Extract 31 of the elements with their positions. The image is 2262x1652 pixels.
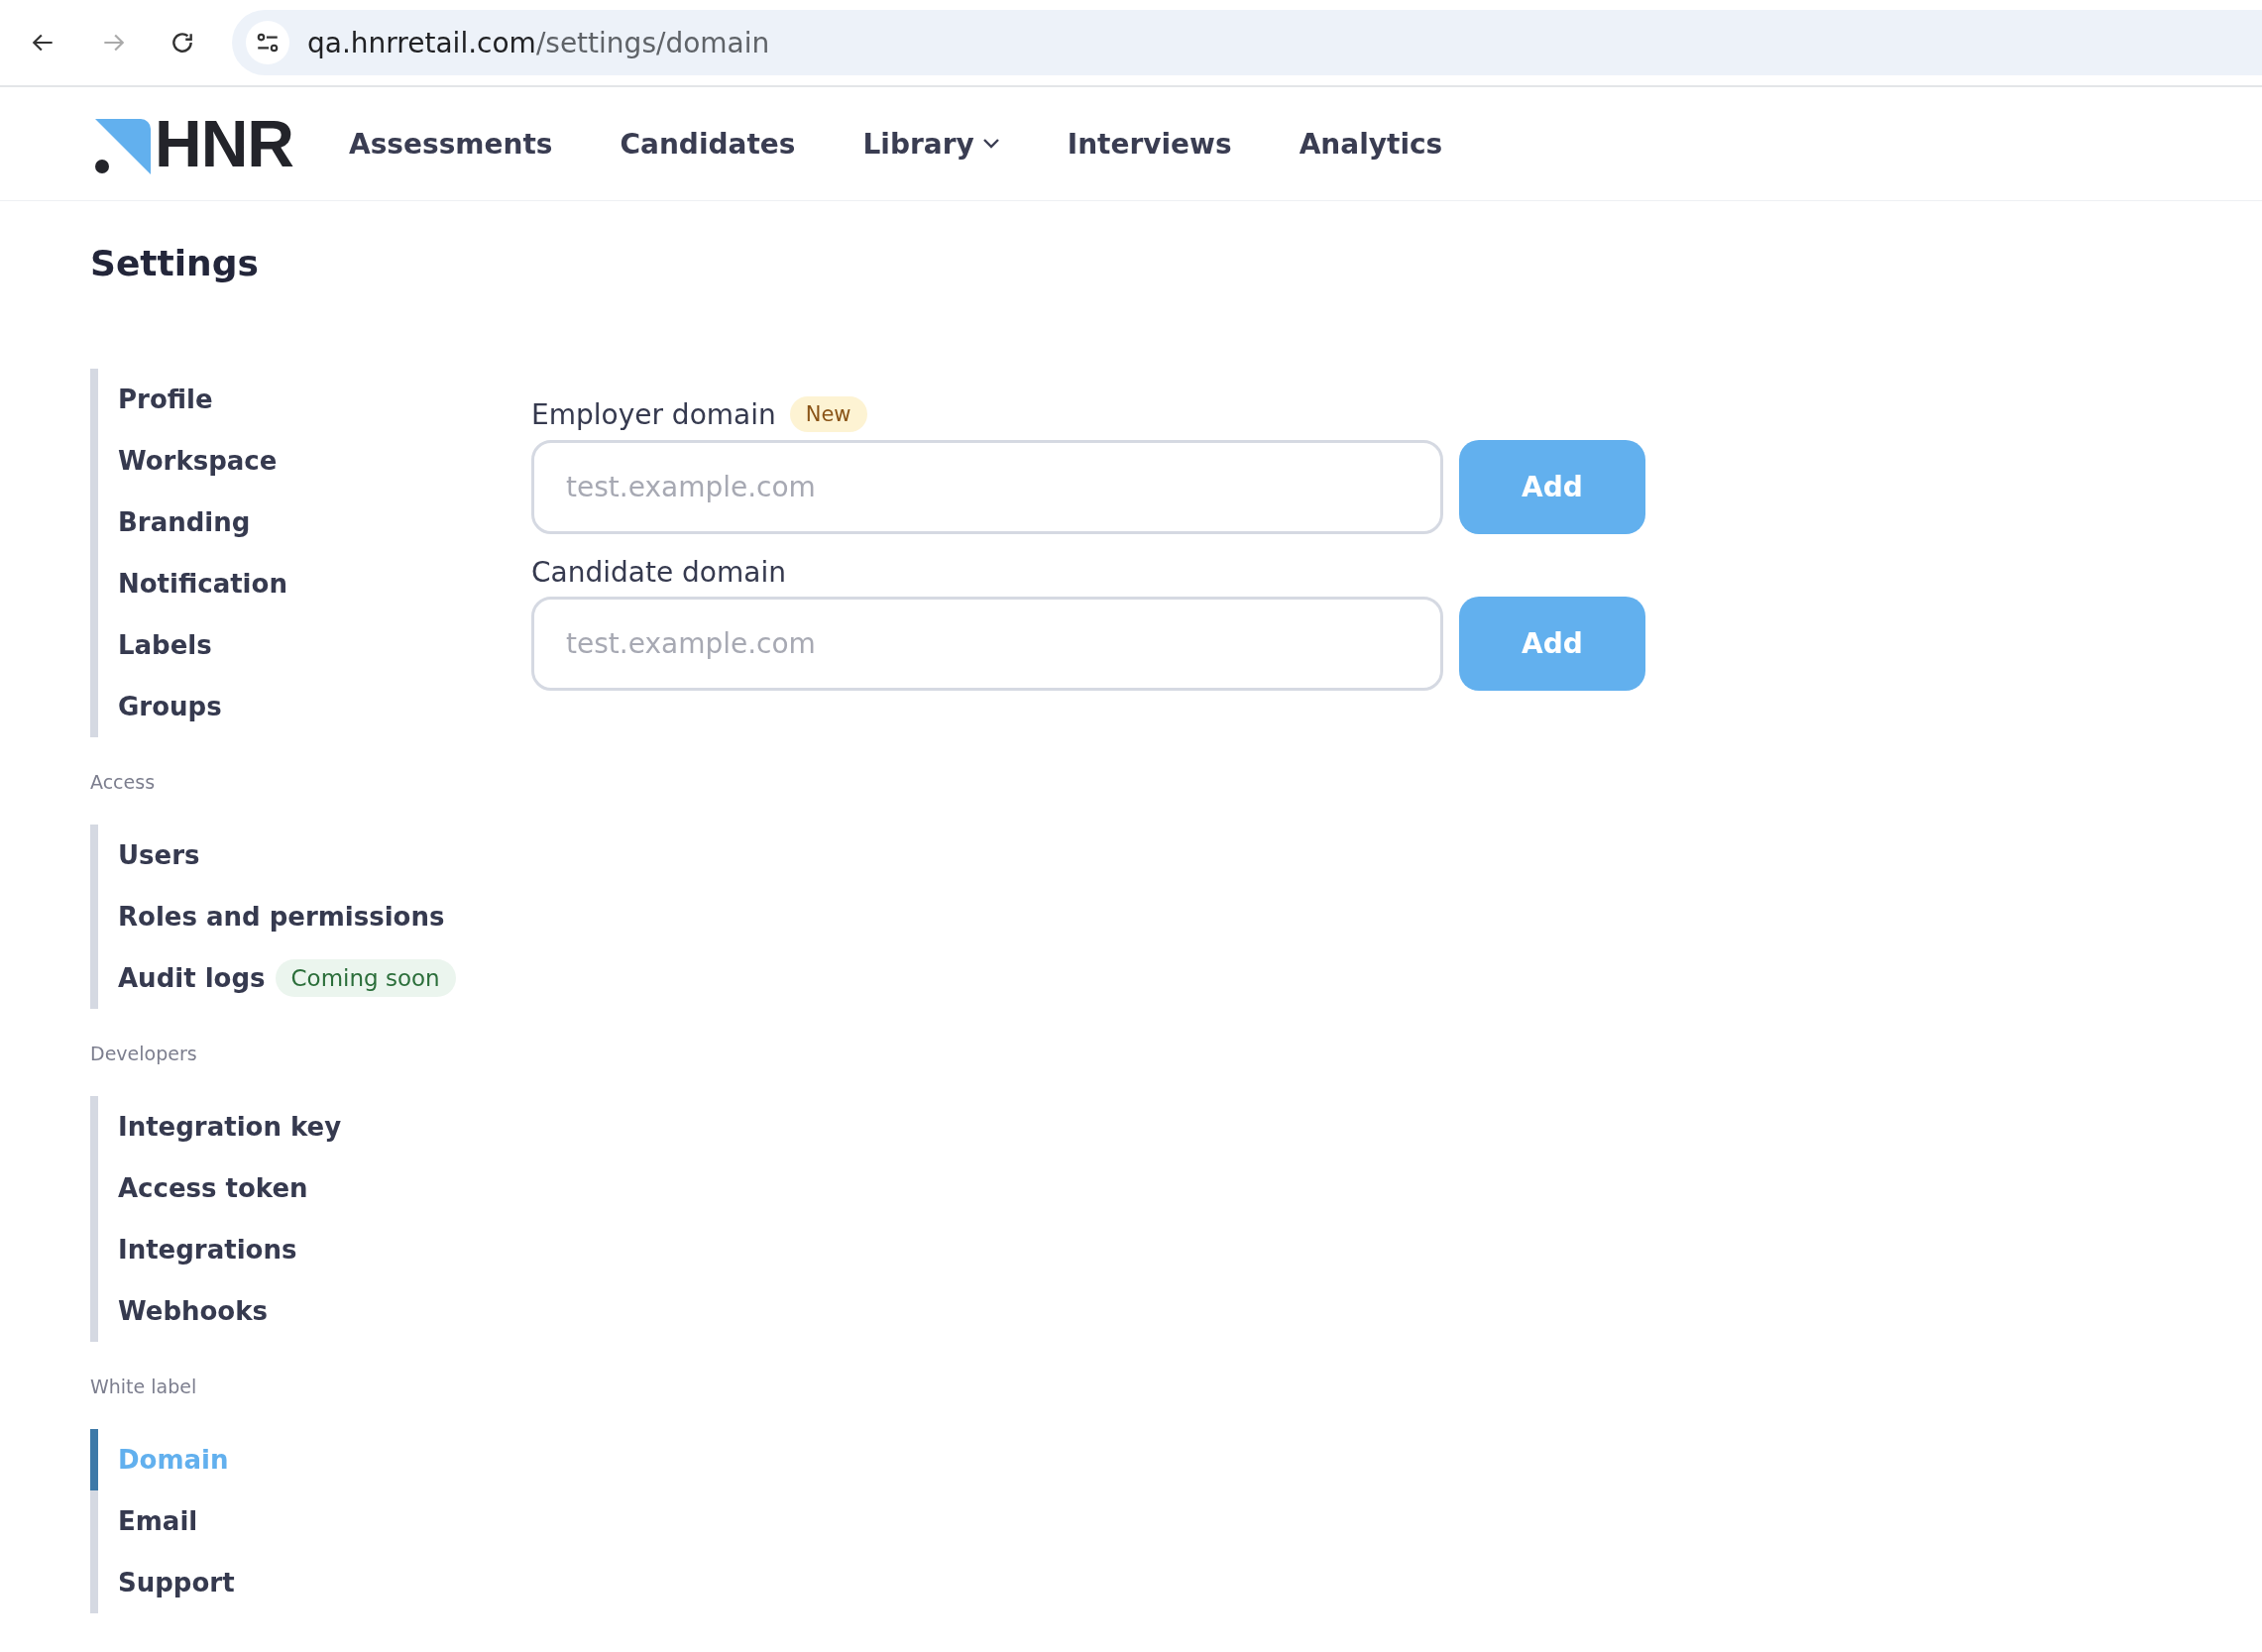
- chevron-down-icon: [981, 138, 1000, 150]
- site-settings-icon[interactable]: [246, 21, 289, 64]
- field-label: Candidate domain: [531, 556, 786, 589]
- nav-link[interactable]: Candidates: [620, 127, 796, 161]
- sidebar-item[interactable]: Integrations: [90, 1219, 531, 1280]
- sidebar-item[interactable]: Users: [90, 825, 531, 886]
- nav-link[interactable]: Analytics: [1299, 127, 1443, 161]
- address-bar[interactable]: qa.hnrretail.com/settings/domain: [232, 10, 2262, 75]
- sidebar-item[interactable]: Profile: [90, 369, 531, 430]
- sidebar-item[interactable]: Webhooks: [90, 1280, 531, 1342]
- coming-soon-badge: Coming soon: [275, 959, 456, 997]
- logo[interactable]: HNR: [91, 111, 293, 176]
- domain-input-field[interactable]: test.example.com: [531, 597, 1443, 691]
- sidebar-item[interactable]: Email: [90, 1490, 531, 1552]
- sidebar-item[interactable]: Support: [90, 1552, 531, 1613]
- sidebar-item[interactable]: Access token: [90, 1157, 531, 1219]
- sidebar-item[interactable]: Roles and permissions: [90, 886, 531, 947]
- section-heading: Developers: [90, 1043, 198, 1064]
- field-label: Employer domain: [531, 397, 776, 431]
- section-heading: White label: [90, 1376, 198, 1397]
- nav-link[interactable]: Assessments: [349, 127, 553, 161]
- nav-link[interactable]: Interviews: [1067, 127, 1232, 161]
- new-badge: New: [789, 396, 867, 432]
- page-title: Settings: [90, 243, 260, 283]
- section-heading: Access: [90, 771, 157, 793]
- domain-input-field[interactable]: test.example.com: [531, 440, 1443, 534]
- nav-link[interactable]: Library: [862, 127, 1000, 161]
- sidebar-item[interactable]: Audit logs Coming soon: [90, 947, 531, 1009]
- sidebar-item-label: Audit logs: [118, 963, 266, 993]
- sidebar-item[interactable]: Integration key: [90, 1096, 531, 1157]
- url-text: qa.hnrretail.com/settings/domain: [307, 26, 770, 59]
